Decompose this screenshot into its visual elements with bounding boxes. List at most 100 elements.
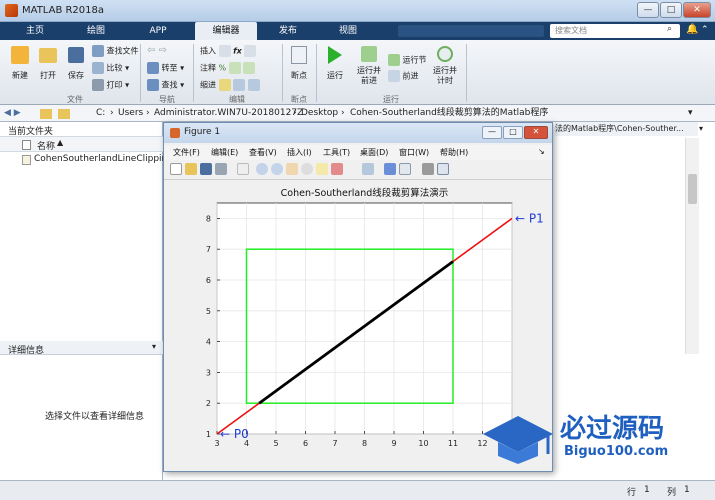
data-cursor-icon[interactable]	[316, 163, 328, 175]
comment-button[interactable]: 注释 %	[200, 62, 256, 74]
find-files-button[interactable]: 查找文件	[92, 45, 139, 57]
stopwatch-icon	[437, 46, 453, 62]
hide-plot-tools-icon[interactable]	[422, 163, 434, 175]
scrollbar-thumb[interactable]	[688, 174, 697, 204]
figure-maximize-button[interactable]: □	[503, 126, 523, 139]
menu-help[interactable]: 帮助(H)	[440, 147, 468, 158]
open-button[interactable]: 打开	[36, 46, 60, 81]
print-button[interactable]: 打印 ▾	[92, 79, 129, 91]
panel-menu-icon[interactable]: ▾	[699, 124, 703, 133]
x-tick-label: 6	[303, 439, 308, 448]
menu-view[interactable]: 查看(V)	[249, 147, 277, 158]
divider	[140, 44, 141, 102]
menu-tools[interactable]: 工具(T)	[323, 147, 350, 158]
brush-icon[interactable]	[331, 163, 343, 175]
group-breakpoints-label: 断点	[291, 95, 307, 104]
pan-icon[interactable]	[286, 163, 298, 175]
editor-scrollbar[interactable]	[685, 138, 699, 354]
tab-editor[interactable]: 编辑器	[195, 22, 257, 40]
bell-icon[interactable]: 🔔	[686, 24, 698, 35]
menu-edit[interactable]: 编辑(E)	[211, 147, 238, 158]
path-users[interactable]: Users	[118, 105, 143, 122]
path-project[interactable]: Cohen-Southerland线段裁剪算法的Matlab程序	[350, 105, 548, 122]
link-icon[interactable]	[362, 163, 374, 175]
search-input[interactable]: 搜索文档	[550, 24, 680, 38]
tab-plots[interactable]: 绘图	[70, 22, 122, 40]
compare-button[interactable]: 比较 ▾	[92, 62, 129, 74]
legend-icon[interactable]	[399, 163, 411, 175]
row-value: 1	[644, 485, 650, 495]
path-dropdown-icon[interactable]: ▾	[688, 105, 693, 122]
insert-button[interactable]: 插入 fx	[200, 45, 257, 57]
tab-view[interactable]: 视图	[322, 22, 374, 40]
list-item[interactable]: CohenSoutherlandLineClipping.m	[18, 153, 185, 167]
save-label: 保存	[68, 71, 84, 80]
figure-close-button[interactable]: ✕	[524, 126, 548, 139]
pointer-icon[interactable]	[237, 163, 249, 175]
folder-icon[interactable]	[40, 109, 52, 119]
figure-title-bar[interactable]: Figure 1 — □ ✕	[164, 123, 552, 143]
quick-access-toolbar[interactable]	[398, 25, 544, 37]
tab-apps[interactable]: APP	[132, 22, 184, 40]
y-tick-label: 2	[206, 399, 211, 408]
run-advance-button[interactable]: 运行并 前进	[354, 46, 384, 86]
run-time-button[interactable]: 运行并 计时	[430, 46, 460, 86]
annotation-p0: ← P0	[220, 427, 249, 441]
address-bar[interactable]: ◀ ▶ C: › Users › Administrator.WIN7U-201…	[0, 105, 715, 122]
divider	[193, 44, 194, 102]
indent-right-icon	[233, 79, 246, 91]
menu-desktop[interactable]: 桌面(D)	[360, 147, 388, 158]
save-button[interactable]: 保存	[64, 46, 88, 81]
run-section-button[interactable]: 运行节	[388, 54, 427, 66]
chevron-down-icon[interactable]: ▾	[152, 342, 156, 351]
editor-tab[interactable]: 法的Matlab程序\Cohen-Souther...	[555, 122, 698, 136]
matlab-logo-icon	[5, 4, 18, 17]
indent-button[interactable]: 缩进	[200, 79, 260, 91]
breakpoints-button[interactable]: 断点	[286, 46, 312, 81]
menu-window[interactable]: 窗口(W)	[399, 147, 429, 158]
rotate-icon[interactable]	[301, 163, 313, 175]
insert-label: 插入	[200, 46, 216, 56]
nav-arrows-icon[interactable]: ◀ ▶	[4, 105, 21, 122]
search-icon[interactable]: ⌕	[667, 24, 672, 34]
tab-home[interactable]: 主页	[10, 22, 60, 40]
path-desktop[interactable]: Desktop	[301, 105, 338, 122]
x-tick-label: 5	[273, 439, 278, 448]
path-separator: ›	[110, 108, 114, 118]
new-figure-icon[interactable]	[170, 163, 182, 175]
minimize-button[interactable]: —	[637, 2, 659, 18]
close-button[interactable]: ✕	[683, 2, 711, 18]
path-admin[interactable]: Administrator.WIN7U-20180127Z	[154, 105, 303, 122]
advance-button[interactable]: 前进	[388, 70, 419, 82]
zoom-in-icon[interactable]	[256, 163, 268, 175]
run-button[interactable]: 运行	[322, 46, 348, 81]
save-icon[interactable]	[200, 163, 212, 175]
insert-icon	[218, 45, 231, 57]
menu-file[interactable]: 文件(F)	[173, 147, 200, 158]
chart-title: Cohen-Southerland线段裁剪算法演示	[281, 187, 449, 199]
run-advance-label: 运行并 前进	[357, 66, 381, 85]
open-icon[interactable]	[185, 163, 197, 175]
back-forward-buttons[interactable]: ⇦ ⇨	[147, 45, 167, 56]
fx-icon: fx	[233, 46, 242, 56]
up-folder-icon[interactable]	[58, 109, 70, 119]
goto-button[interactable]: 转至 ▾	[147, 62, 184, 74]
show-plot-tools-icon[interactable]	[437, 163, 449, 175]
print-icon[interactable]	[215, 163, 227, 175]
new-button[interactable]: 新建	[8, 46, 32, 81]
find-button[interactable]: 查找 ▾	[147, 79, 184, 91]
zoom-out-icon[interactable]	[271, 163, 283, 175]
tab-publish[interactable]: 发布	[262, 22, 314, 40]
name-column-label: 名称	[37, 142, 56, 152]
collapse-ribbon-icon[interactable]: ⌃	[701, 25, 709, 35]
x-tick-label: 3	[214, 439, 219, 448]
column-header[interactable]: 名称 ▲	[0, 136, 163, 152]
maximize-button[interactable]: □	[660, 2, 682, 18]
colorbar-icon[interactable]	[384, 163, 396, 175]
menu-insert[interactable]: 插入(I)	[287, 147, 312, 158]
figure-minimize-button[interactable]: —	[482, 126, 502, 139]
find-label: 查找	[161, 80, 178, 90]
details-header: 详细信息 ▾	[0, 341, 163, 356]
path-root[interactable]: C:	[96, 105, 105, 122]
dock-arrow-icon[interactable]: ↘	[538, 147, 545, 156]
